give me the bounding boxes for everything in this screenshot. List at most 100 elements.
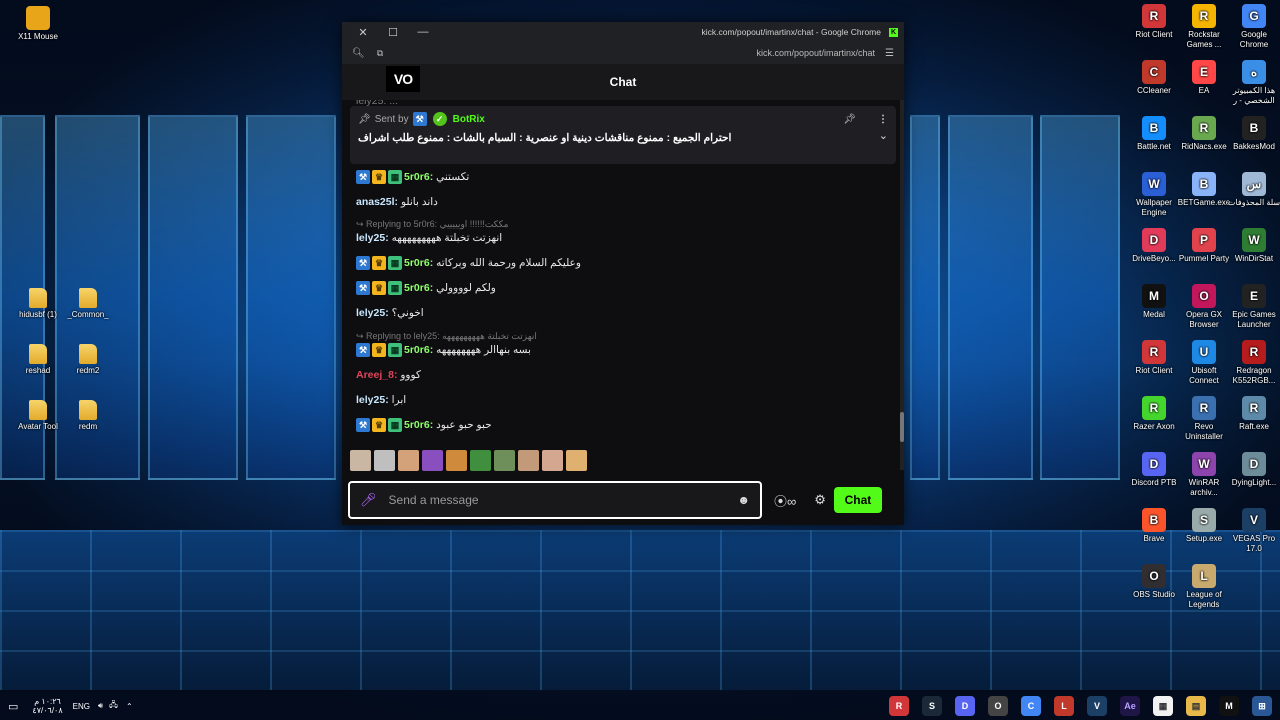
desktop-icon[interactable]: S Setup.exe bbox=[1176, 508, 1232, 544]
desktop-icon[interactable]: D DriveBeyo... bbox=[1126, 228, 1182, 264]
desktop-icon[interactable]: Avatar Tool bbox=[10, 400, 66, 432]
network-icon[interactable]: 🖧 bbox=[109, 699, 118, 713]
after-effects-taskbar-icon[interactable]: Ae bbox=[1120, 696, 1140, 716]
site-settings-icon[interactable]: ☰ bbox=[885, 48, 894, 59]
discord-taskbar-icon[interactable]: D bbox=[955, 696, 975, 716]
emote-icon[interactable] bbox=[566, 450, 587, 471]
maximize-window-button[interactable]: ☐ bbox=[378, 26, 408, 39]
medal-taskbar-icon[interactable]: M bbox=[1219, 696, 1239, 716]
desktop-icon[interactable]: O Opera GX Browser bbox=[1176, 284, 1232, 330]
translate-icon[interactable]: ⧉ bbox=[377, 48, 383, 59]
hidden-icons-chevron-icon[interactable]: ⌃ bbox=[126, 702, 133, 711]
chat-username[interactable]: 5r0r6: bbox=[404, 257, 436, 269]
emote-icon[interactable] bbox=[494, 450, 515, 471]
desktop-icon[interactable]: R RidNacs.exe bbox=[1176, 116, 1232, 152]
chat-username[interactable]: lely25: bbox=[356, 394, 392, 406]
desktop-icon[interactable]: hidusbf (1) bbox=[10, 288, 66, 320]
desktop-icon[interactable]: B BETGame.exe bbox=[1176, 172, 1232, 208]
emote-icon[interactable] bbox=[446, 450, 467, 471]
app-taskbar-icon[interactable]: L bbox=[1054, 696, 1074, 716]
chat-username[interactable]: 5r0r6: bbox=[404, 419, 436, 431]
chat-message[interactable]: ⚒ ♛ ▦ 5r0r6: ولكم لوووولي bbox=[356, 281, 890, 296]
emote-icon[interactable] bbox=[422, 450, 443, 471]
desktop-icon[interactable]: س سلة المحذوفات bbox=[1226, 172, 1280, 208]
chrome-taskbar-icon[interactable]: C bbox=[1021, 696, 1041, 716]
pinned-sender[interactable]: BotRix bbox=[453, 114, 485, 125]
vegas-taskbar-icon[interactable]: V bbox=[1087, 696, 1107, 716]
send-chat-button[interactable]: Chat bbox=[833, 487, 882, 513]
emoji-icon[interactable]: ☻ bbox=[737, 493, 750, 507]
desktop-icon[interactable]: X11 Mouse bbox=[10, 6, 66, 42]
message-input[interactable] bbox=[388, 493, 738, 507]
desktop-icon[interactable]: W WinRAR archiv... bbox=[1176, 452, 1232, 498]
url-text[interactable]: kick.com/popout/imartinx/chat bbox=[756, 48, 875, 58]
desktop-icon[interactable]: B BakkesMod bbox=[1226, 116, 1280, 152]
message-input-box[interactable]: 🎤︎ ☻ bbox=[348, 481, 762, 519]
chat-message[interactable]: ⚒ ♛ ▦ 5r0r6: وعليكم السلام ورحمة الله وبركا… bbox=[356, 256, 890, 271]
chat-username[interactable]: lely25: bbox=[356, 307, 392, 319]
chat-username[interactable]: Areej_8: bbox=[356, 369, 400, 381]
minimize-window-button[interactable]: — bbox=[408, 26, 438, 38]
notification-icon[interactable]: ▭ bbox=[8, 700, 18, 713]
desktop-icon[interactable]: E EA bbox=[1176, 60, 1232, 96]
settings-gear-icon[interactable]: ⚙ bbox=[814, 492, 826, 508]
desktop-icon[interactable]: B Brave bbox=[1126, 508, 1182, 544]
desktop-icon[interactable]: R Raft.exe bbox=[1226, 396, 1280, 432]
scroll-thumb[interactable] bbox=[900, 412, 904, 442]
desktop-icon[interactable]: W WinDirStat bbox=[1226, 228, 1280, 264]
desktop-icon[interactable]: redm2 bbox=[60, 344, 116, 376]
address-bar[interactable]: 🔍︎ ⧉ kick.com/popout/imartinx/chat ☰ bbox=[342, 42, 904, 64]
desktop-icon[interactable]: R Redragon K552RGB... bbox=[1226, 340, 1280, 386]
desktop-icon[interactable]: C CCleaner bbox=[1126, 60, 1182, 96]
desktop-icon[interactable]: U Ubisoft Connect bbox=[1176, 340, 1232, 386]
desktop-icon[interactable]: B Battle.net bbox=[1126, 116, 1182, 152]
desktop-icon[interactable]: R Riot Client bbox=[1126, 4, 1182, 40]
desktop-icon[interactable]: _Common_ bbox=[60, 288, 116, 320]
chat-message[interactable]: lely25: ابرا bbox=[356, 393, 890, 407]
language-indicator[interactable]: ENG bbox=[73, 702, 90, 711]
expand-chevron-icon[interactable]: ⌄ bbox=[879, 129, 888, 142]
reply-context[interactable]: ↪ Replying to 5r0r6: مككت!!!!!! اويييييي bbox=[356, 217, 890, 231]
chat-message[interactable]: ⚒ ♛ ▦ 5r0r6: بسه بنهاالر ههههههههه bbox=[356, 343, 890, 358]
emote-icon[interactable] bbox=[518, 450, 539, 471]
emote-icon[interactable] bbox=[350, 450, 371, 471]
desktop-icon[interactable]: E Epic Games Launcher bbox=[1226, 284, 1280, 330]
chat-username[interactable]: 5r0r6: bbox=[404, 344, 436, 356]
emote-icon[interactable] bbox=[374, 450, 395, 471]
desktop-icon[interactable]: D Discord PTB bbox=[1126, 452, 1182, 488]
reply-context[interactable]: ↪ Replying to lely25: انهزتت تخبلتة هههه… bbox=[356, 329, 890, 343]
close-window-button[interactable]: ✕ bbox=[348, 26, 378, 39]
desktop-icon[interactable]: M Medal bbox=[1126, 284, 1182, 320]
chat-message[interactable]: lely25: اخوني؟ bbox=[356, 306, 890, 320]
desktop-icon[interactable]: ه هذا الكمبيوتر الشخصي - ر bbox=[1226, 60, 1280, 106]
chat-message[interactable]: anas25l: داند بانلو bbox=[356, 195, 890, 209]
explorer-taskbar-icon[interactable]: ▤ bbox=[1186, 696, 1206, 716]
obs-taskbar-icon[interactable]: O bbox=[988, 696, 1008, 716]
chat-username[interactable]: anas25l: bbox=[356, 196, 401, 208]
chat-message[interactable]: Areej_8: كووو bbox=[356, 368, 890, 382]
desktop-icon[interactable]: W Wallpaper Engine bbox=[1126, 172, 1182, 218]
desktop-icon[interactable]: R Rockstar Games ... bbox=[1176, 4, 1232, 50]
desktop-icon[interactable]: R Riot Client bbox=[1126, 340, 1182, 376]
emote-icon[interactable] bbox=[470, 450, 491, 471]
desktop-icon[interactable]: R Revo Uninstaller bbox=[1176, 396, 1232, 442]
zoom-icon[interactable]: 🔍︎ bbox=[352, 48, 365, 59]
desktop-icon[interactable]: V VEGAS Pro 17.0 bbox=[1226, 508, 1280, 554]
desktop-icon[interactable]: L League of Legends bbox=[1176, 564, 1232, 610]
unpin-icon[interactable]: 📌︎ bbox=[843, 114, 856, 125]
start-taskbar-icon[interactable]: ⊞ bbox=[1252, 696, 1272, 716]
chat-message[interactable]: ⚒ ♛ ▦ 5r0r6: تكستني bbox=[356, 170, 890, 185]
points-icon[interactable]: ⦿∞ bbox=[774, 491, 796, 510]
desktop-icon[interactable]: G Google Chrome bbox=[1226, 4, 1280, 50]
riot-taskbar-icon[interactable]: R bbox=[889, 696, 909, 716]
volume-icon[interactable]: 🔊︎ bbox=[98, 701, 103, 711]
chat-message[interactable]: ⚒ ♛ ▦ 5r0r6: حبو حبو عبود bbox=[356, 418, 890, 433]
chat-username[interactable]: 5r0r6: bbox=[404, 171, 436, 183]
microphone-icon[interactable]: 🎤︎ bbox=[360, 492, 377, 508]
desktop-icon[interactable]: P Pummel Party bbox=[1176, 228, 1232, 264]
desktop-icon[interactable]: redm bbox=[60, 400, 116, 432]
desktop-icon[interactable]: R Razer Axon bbox=[1126, 396, 1182, 432]
desktop-icon[interactable]: reshad bbox=[10, 344, 66, 376]
emote-icon[interactable] bbox=[398, 450, 419, 471]
emote-icon[interactable] bbox=[542, 450, 563, 471]
